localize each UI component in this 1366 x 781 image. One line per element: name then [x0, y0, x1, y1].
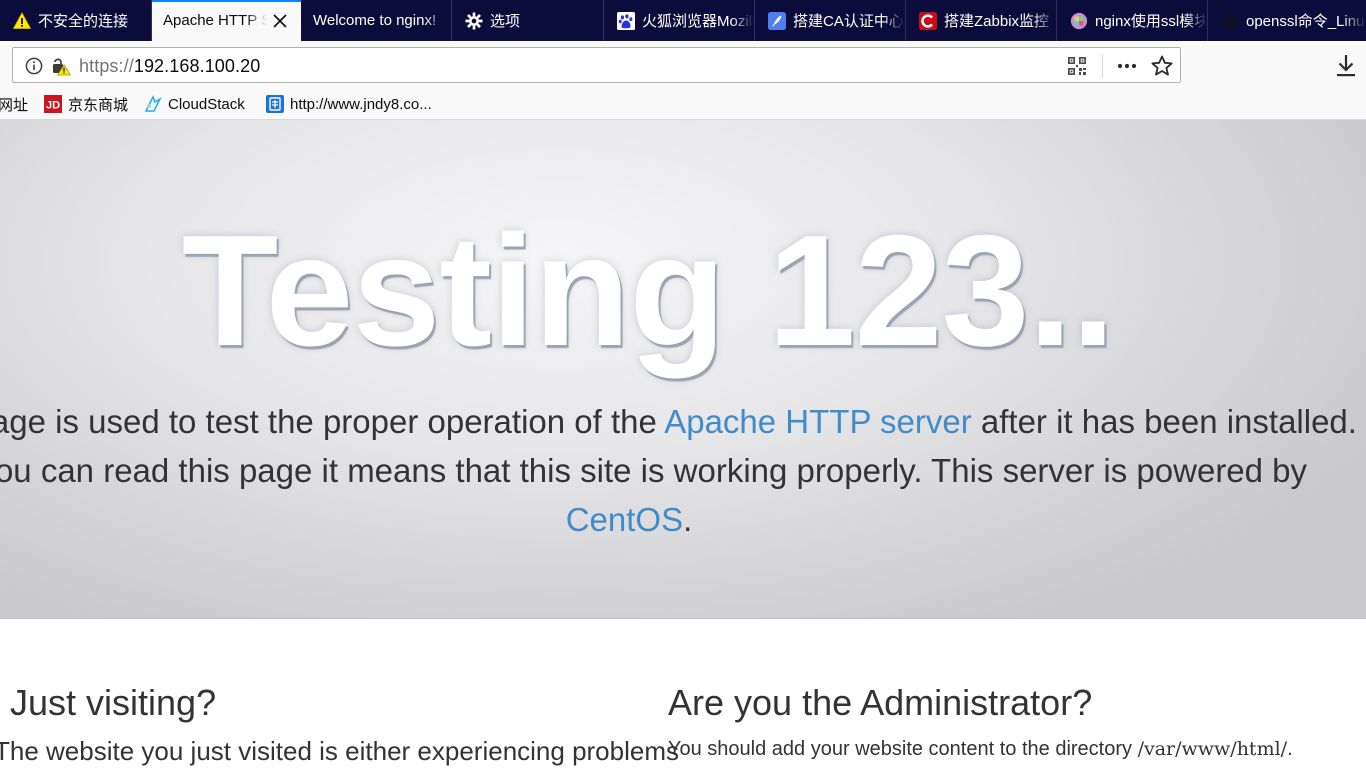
tab-label: 火狐浏览器Mozilla	[642, 13, 754, 30]
tab-nginx-ssl[interactable]: nginx使用ssl模块	[1057, 0, 1208, 41]
bookmark-jndy8[interactable]: http://www.jndy8.co...	[266, 93, 432, 115]
csdn-c-icon	[919, 11, 937, 30]
cloudstack-logo-icon	[144, 95, 162, 113]
admin-text: You should add your website content to t…	[668, 738, 1138, 760]
tab-ca-center[interactable]: 搭建CA认证中心	[755, 0, 906, 41]
site-info-icon[interactable]	[25, 57, 43, 75]
bookmarks-toolbar: 网址 JD 京东商城 CloudStack http://www.jndy8.c…	[0, 88, 1366, 120]
lead-paragraph: This page is used to test the proper ope…	[0, 397, 1359, 544]
visitor-text: The website you just visited is either e…	[0, 736, 680, 766]
tab-welcome-nginx[interactable]: Welcome to nginx!	[301, 0, 452, 41]
baidu-paw-icon	[617, 11, 635, 30]
urlbar-separator	[1102, 54, 1103, 78]
tab-label: nginx使用ssl模块	[1095, 13, 1207, 30]
page-heading: Testing 123..	[181, 203, 1115, 379]
tab-options[interactable]: 选项	[452, 0, 604, 41]
bookmark-cloudstack[interactable]: CloudStack	[144, 93, 245, 115]
url-bar[interactable]: https://192.168.100.20	[12, 47, 1181, 83]
tab-label: Welcome to nginx!	[313, 12, 437, 29]
warning-triangle-icon	[13, 11, 31, 30]
page-content: Testing 123.. This page is used to test …	[0, 120, 1366, 781]
url-host: 192.168.100.20	[133, 56, 261, 76]
visitor-heading: Just visiting?	[10, 682, 217, 723]
bookmark-label: CloudStack	[168, 95, 245, 113]
url-text[interactable]: https://192.168.100.20	[79, 56, 260, 77]
bookmark-site-icon	[266, 95, 284, 113]
tab-label: 不安全的连接	[38, 13, 129, 30]
bookmark-jd[interactable]: JD 京东商城	[44, 93, 128, 115]
apache-link[interactable]: Apache HTTP server	[664, 403, 972, 440]
feather-icon	[768, 11, 786, 30]
url-scheme: https://	[79, 56, 134, 76]
centos-link[interactable]: CentOS	[566, 501, 683, 538]
svg-text:JD: JD	[46, 100, 60, 112]
tab-apache-test-page[interactable]: Apache HTTP Server Test Page	[152, 0, 301, 41]
tab-label: 搭建CA认证中心	[793, 13, 904, 30]
bookmark-sites[interactable]: 网址	[0, 93, 28, 115]
jumbotron: Testing 123.. This page is used to test …	[0, 120, 1366, 619]
administrator-text: You should add your website content to t…	[668, 738, 1293, 761]
directory-path: /var/www/html/	[1137, 738, 1288, 760]
tab-label: Apache HTTP Server Test Page	[163, 12, 267, 29]
tab-firefox-browser[interactable]: 火狐浏览器Mozilla	[604, 0, 755, 41]
gear-icon	[465, 11, 483, 30]
page-actions-menu-icon[interactable]	[1115, 56, 1139, 76]
jd-logo-icon: JD	[44, 95, 62, 113]
download-icon[interactable]	[1334, 53, 1358, 79]
tab-strip: 不安全的连接 Apache HTTP Server Test Page Welc…	[0, 0, 1366, 41]
admin-text-suffix: .	[1287, 738, 1293, 760]
tab-openssl[interactable]: openssl命令_Linux	[1208, 0, 1366, 41]
close-tab-icon[interactable]	[271, 12, 289, 30]
qr-code-icon[interactable]	[1067, 56, 1087, 76]
diamond-logo-icon	[1221, 12, 1239, 30]
administrator-heading: Are you the Administrator?	[668, 682, 1093, 723]
active-tab-indicator	[152, 0, 301, 2]
tab-label: 选项	[490, 13, 521, 30]
lead-text: .	[683, 501, 693, 538]
tab-insecure-connection[interactable]: 不安全的连接	[0, 0, 152, 41]
insecure-lock-icon[interactable]	[51, 56, 72, 76]
lead-text: This page is used to test the proper ope…	[0, 403, 657, 440]
tab-label: 搭建Zabbix监控	[944, 13, 1050, 30]
bookmark-label: 京东商城	[68, 96, 129, 114]
tab-label: openssl命令_Linux	[1246, 13, 1366, 30]
bookmark-label: 网址	[0, 96, 29, 114]
bookmark-star-icon[interactable]	[1150, 54, 1174, 78]
navigation-toolbar: https://192.168.100.20	[0, 41, 1366, 88]
tab-zabbix[interactable]: 搭建Zabbix监控	[906, 0, 1057, 41]
bookmark-label: http://www.jndy8.co...	[290, 95, 432, 113]
puzzle-avatar-icon	[1070, 12, 1088, 30]
